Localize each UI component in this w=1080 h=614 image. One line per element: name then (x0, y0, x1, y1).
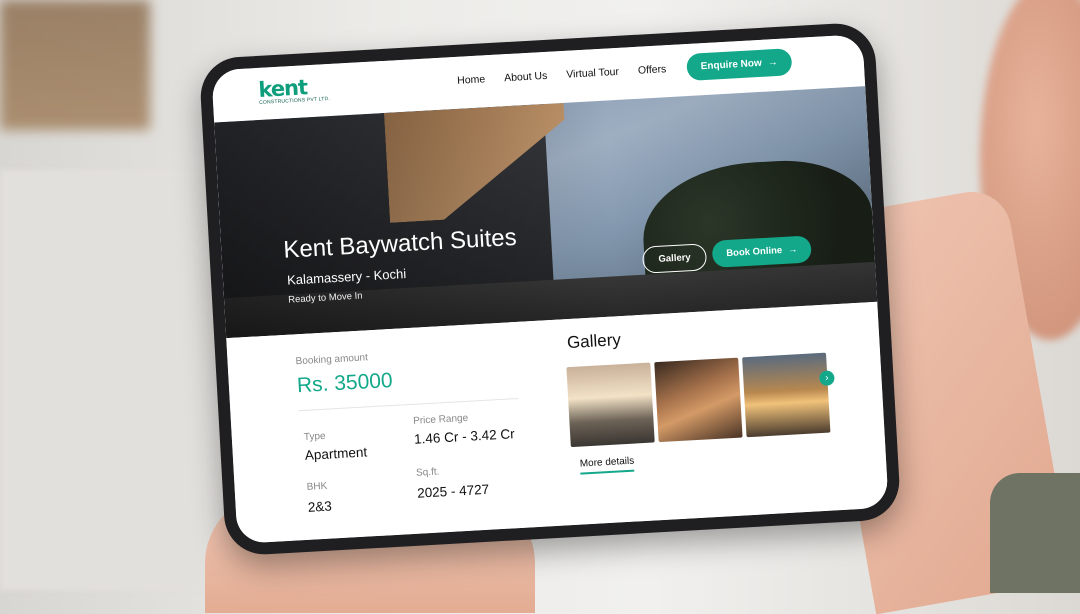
gallery-thumbnail-exterior[interactable] (742, 352, 831, 438)
sqft-label: Sq.ft. (415, 466, 440, 479)
gallery-button[interactable]: Gallery (641, 243, 708, 274)
price-range-value: 1.46 Cr - 3.42 Cr (413, 426, 515, 447)
background-cabinet (0, 170, 210, 590)
brand-logo[interactable]: kent CONSTRUCTIONS PVT LTD. (258, 75, 330, 106)
hero-banner: Kent Baywatch Suites Kalamassery - Kochi… (214, 86, 878, 339)
nav-link-about[interactable]: About Us (504, 70, 548, 84)
bhk-value: 2&3 (307, 498, 333, 515)
sleeve (990, 473, 1080, 593)
enquire-now-button[interactable]: Enquire Now → (685, 48, 793, 82)
enquire-now-label: Enquire Now (700, 57, 763, 73)
nav-links: Home About Us Virtual Tour Offers (457, 63, 667, 87)
nav-link-virtual-tour[interactable]: Virtual Tour (566, 66, 619, 81)
type-value: Apartment (304, 444, 368, 463)
chevron-right-icon[interactable]: › (819, 370, 835, 387)
booking-amount-value: Rs. 35000 (296, 368, 394, 398)
more-details-link[interactable]: More details (579, 455, 635, 475)
tablet-screen: kent CONSTRUCTIONS PVT LTD. Home About U… (211, 34, 889, 544)
gallery-thumbnail-living-room[interactable] (566, 362, 655, 448)
sqft-value: 2025 - 4727 (416, 481, 490, 501)
divider (298, 397, 519, 412)
gallery-thumbnail-lounge[interactable] (654, 357, 743, 443)
gallery-thumbnails (566, 352, 831, 448)
nav-link-offers[interactable]: Offers (638, 63, 667, 77)
tablet-device: kent CONSTRUCTIONS PVT LTD. Home About U… (198, 21, 902, 557)
book-online-button[interactable]: Book Online → (711, 235, 813, 268)
gallery-title: Gallery (566, 330, 622, 353)
price-range-label: Price Range (412, 412, 469, 427)
background-shelf (0, 0, 150, 130)
nav-link-home[interactable]: Home (457, 73, 486, 87)
bhk-label: BHK (306, 480, 328, 493)
type-label: Type (303, 430, 326, 443)
arrow-right-icon: → (787, 244, 798, 256)
book-online-label: Book Online (725, 244, 783, 260)
booking-amount-label: Booking amount (295, 352, 369, 368)
details-section: Booking amount Rs. 35000 Type Apartment … (226, 301, 889, 544)
arrow-right-icon: → (767, 56, 779, 69)
